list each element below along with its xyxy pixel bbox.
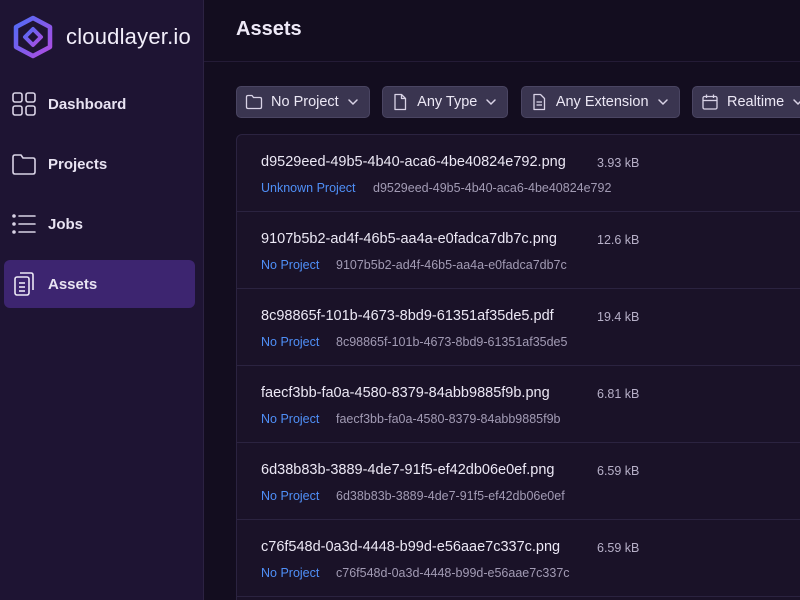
filter-label: Any Type (417, 94, 478, 110)
asset-size: 6.59 kB (597, 541, 640, 555)
asset-filename[interactable]: d9529eed-49b5-4b40-aca6-4be40824e792.png (261, 154, 566, 170)
sidebar-item-label: Projects (48, 155, 108, 173)
asset-id: 9107b5b2-ad4f-46b5-aa4a-e0fadca7db7c (336, 258, 567, 272)
asset-filename[interactable]: 9107b5b2-ad4f-46b5-aa4a-e0fadca7db7c.png (261, 231, 557, 247)
list-icon (11, 211, 37, 237)
asset-size: 6.59 kB (597, 464, 640, 478)
chevron-down-icon (486, 99, 497, 106)
page-header: Assets (204, 0, 800, 62)
asset-size: 12.6 kB (597, 233, 640, 247)
asset-row[interactable]: 8c98865f-101b-4673-8bd9-61351af35de5.pdf… (237, 289, 800, 366)
asset-filename[interactable]: 6d38b83b-3889-4de7-91f5-ef42db06e0ef.png (261, 462, 554, 478)
asset-filename[interactable]: c76f548d-0a3d-4448-b99d-e56aae7c337c.png (261, 539, 560, 555)
page-title: Assets (236, 18, 302, 40)
asset-row[interactable]: faecf3bb-fa0a-4580-8379-84abb9885f9b.png… (237, 366, 800, 443)
asset-id: faecf3bb-fa0a-4580-8379-84abb9885f9b (336, 412, 561, 426)
brand-logo[interactable]: cloudlayer.io (10, 14, 191, 60)
file-text-icon (533, 93, 545, 111)
sidebar-item-assets[interactable]: Assets (4, 260, 195, 308)
extension-filter-dropdown[interactable]: Any Extension (520, 86, 680, 118)
asset-id: 6d38b83b-3889-4de7-91f5-ef42db06e0ef (336, 489, 565, 503)
sidebar-item-label: Assets (48, 275, 98, 293)
asset-project-link[interactable]: No Project (261, 258, 319, 272)
chevron-down-icon (793, 99, 800, 106)
sidebar-item-dashboard[interactable]: Dashboard (4, 80, 195, 128)
filter-label: Any Extension (555, 94, 649, 110)
type-filter-dropdown[interactable]: Any Type (382, 86, 509, 118)
asset-size: 3.93 kB (597, 156, 640, 170)
asset-row[interactable]: c76f548d-0a3d-4448-b99d-e56aae7c337c.png… (237, 520, 800, 597)
asset-size: 19.4 kB (597, 310, 640, 324)
sidebar-item-label: Jobs (48, 215, 84, 233)
filter-label: No Project (271, 94, 339, 110)
asset-project-link[interactable]: Unknown Project (261, 181, 356, 195)
project-filter-dropdown[interactable]: No Project (236, 86, 370, 118)
sidebar: cloudlayer.io Dashboard Projects Jobs As… (0, 0, 204, 600)
main-content: Assets No Project Any Type Any Extension (204, 0, 800, 600)
asset-id: d9529eed-49b5-4b40-aca6-4be40824e792 (373, 181, 612, 195)
asset-id: 8c98865f-101b-4673-8bd9-61351af35de5 (336, 335, 568, 349)
brand-name: cloudlayer.io (66, 24, 191, 49)
folder-icon (245, 94, 263, 110)
chevron-down-icon (657, 99, 668, 106)
date-filter-dropdown[interactable]: Realtime (691, 86, 800, 118)
folder-icon (11, 151, 37, 177)
asset-row[interactable]: 6d38b83b-3889-4de7-91f5-ef42db06e0ef.png… (237, 443, 800, 520)
sidebar-item-label: Dashboard (48, 95, 127, 113)
asset-row[interactable]: d9529eed-49b5-4b40-aca6-4be40824e792.png… (237, 135, 800, 212)
cloudlayer-logo-icon (13, 15, 53, 59)
asset-size: 6.81 kB (597, 387, 640, 401)
documents-icon (11, 271, 37, 297)
calendar-icon (702, 94, 718, 110)
asset-filename[interactable]: 8c98865f-101b-4673-8bd9-61351af35de5.pdf (261, 308, 554, 324)
asset-project-link[interactable]: No Project (261, 335, 319, 349)
asset-id: c76f548d-0a3d-4448-b99d-e56aae7c337c (336, 566, 570, 580)
asset-project-link[interactable]: No Project (261, 412, 319, 426)
dashboard-grid-icon (11, 91, 37, 117)
asset-project-link[interactable]: No Project (261, 489, 319, 503)
asset-list: d9529eed-49b5-4b40-aca6-4be40824e792.png… (236, 134, 800, 600)
asset-filename[interactable]: faecf3bb-fa0a-4580-8379-84abb9885f9b.png (261, 385, 550, 401)
file-icon (394, 93, 407, 111)
asset-row[interactable]: 9107b5b2-ad4f-46b5-aa4a-e0fadca7db7c.png… (237, 212, 800, 289)
chevron-down-icon (347, 99, 358, 106)
asset-project-link[interactable]: No Project (261, 566, 319, 580)
sidebar-item-projects[interactable]: Projects (4, 140, 195, 188)
filter-bar: No Project Any Type Any Extension Realti… (236, 86, 800, 118)
filter-label: Realtime (726, 94, 785, 110)
sidebar-item-jobs[interactable]: Jobs (4, 200, 195, 248)
